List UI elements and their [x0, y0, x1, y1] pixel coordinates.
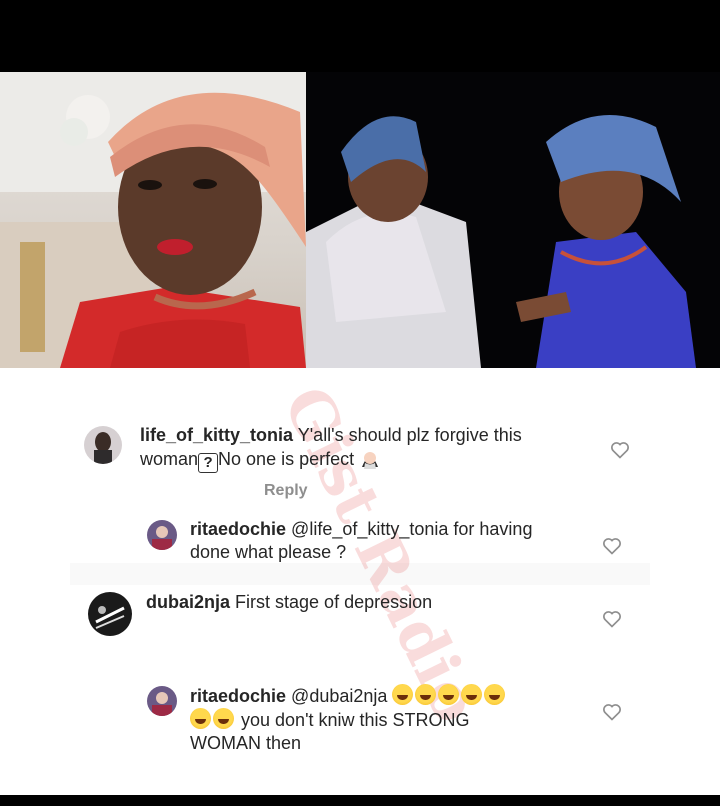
face-with-tears-of-joy-icon [190, 708, 211, 729]
face-with-tears-of-joy-icon [461, 684, 483, 705]
right-photo [306, 72, 720, 368]
face-with-tears-of-joy-icon [213, 708, 234, 729]
reply-button[interactable]: Reply [264, 482, 308, 500]
comment-body: @dubai2nja [291, 686, 388, 706]
comment-text: life_of_kitty_tonia Y'all's should plz f… [140, 424, 590, 473]
watermark-band [70, 563, 650, 585]
comment-body: WOMAN then [190, 733, 302, 753]
top-black-bar [0, 0, 720, 72]
like-heart-icon[interactable] [610, 440, 630, 460]
comment-username[interactable]: dubai2nja [146, 592, 230, 612]
comment-text: ritaedochie @life_of_kitty_tonia for hav… [190, 518, 590, 564]
woman-facepalming-icon [359, 447, 381, 469]
comment-username[interactable]: ritaedochie [190, 686, 286, 706]
face-with-tears-of-joy-icon [392, 684, 414, 705]
avatar[interactable] [147, 520, 177, 550]
like-heart-icon[interactable] [602, 702, 622, 722]
comment-text: dubai2nja First stage of depression [146, 591, 586, 614]
face-with-tears-of-joy-icon [415, 684, 437, 705]
unknown-glyph-icon: ? [198, 453, 219, 473]
comment-body: No one is perfect [218, 449, 355, 469]
comment-body: @life_of_kitty_tonia for having [291, 519, 533, 539]
post-media[interactable] [0, 72, 720, 368]
comment-body: done what please ? [190, 542, 347, 562]
avatar[interactable] [84, 426, 122, 464]
comment-username[interactable]: ritaedochie [190, 519, 286, 539]
face-with-tears-of-joy-icon [484, 684, 506, 705]
like-heart-icon[interactable] [602, 536, 622, 556]
comments-section: Gist Radio life_of_kitty_tonia Y'all's s… [0, 368, 720, 795]
avatar[interactable] [147, 686, 177, 716]
bottom-black-bar [0, 795, 720, 806]
left-photo [0, 72, 306, 368]
face-with-tears-of-joy-icon [438, 684, 460, 705]
comment-body: woman [140, 449, 199, 469]
comment-body: First stage of depression [235, 592, 433, 612]
comment-username[interactable]: life_of_kitty_tonia [140, 425, 293, 445]
comment-text: ritaedochie @dubai2nja you don't kniw th… [190, 684, 590, 755]
like-heart-icon[interactable] [602, 609, 622, 629]
avatar[interactable] [88, 592, 132, 636]
comment-body: Y'all's should plz forgive this [297, 425, 522, 445]
comment-body: you don't kniw this STRONG [241, 710, 470, 730]
